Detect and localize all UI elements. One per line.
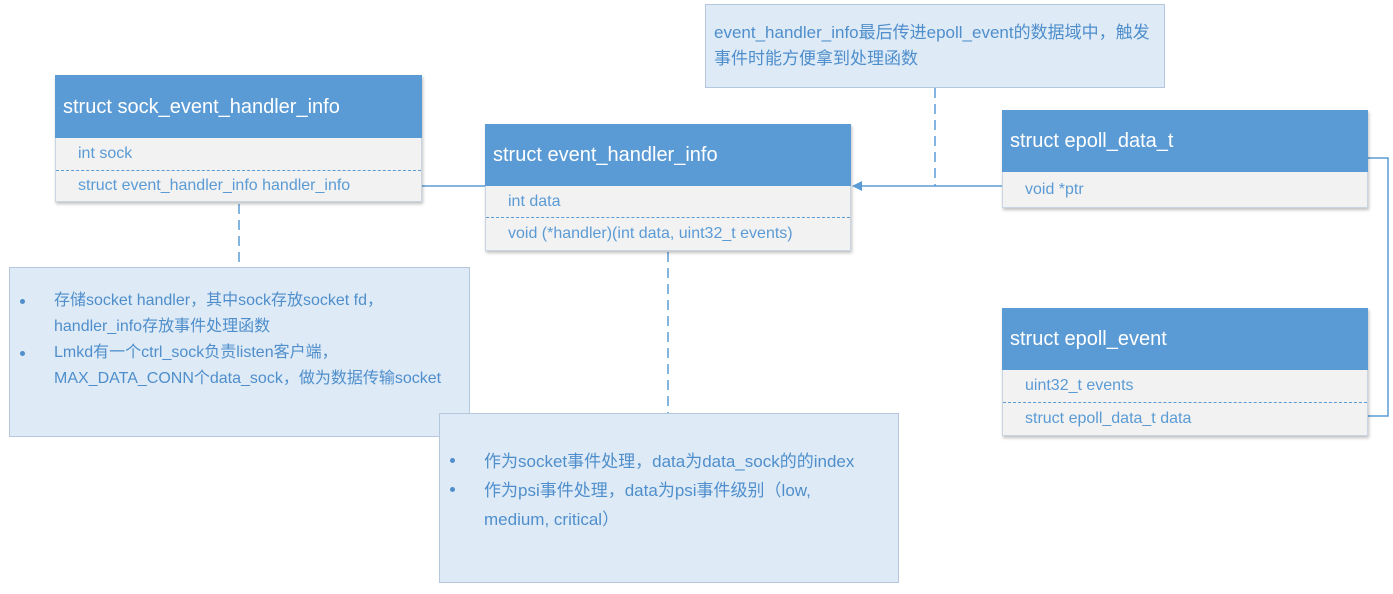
- note-left-item: Lmkd有一个ctrl_sock负责listen客户端，MAX_DATA_CON…: [10, 340, 459, 392]
- note-top-text: event_handler_info最后传进epoll_event的数据域中，触…: [714, 23, 1150, 68]
- field-int-sock: int sock: [56, 138, 421, 171]
- note-top: event_handler_info最后传进epoll_event的数据域中，触…: [705, 4, 1165, 88]
- struct-title: struct epoll_data_t: [1002, 110, 1368, 172]
- note-middle: 作为socket事件处理，data为data_sock的的index 作为psi…: [439, 413, 899, 583]
- struct-title: struct epoll_event: [1002, 308, 1368, 370]
- note-left: 存储socket handler，其中sock存放socket fd，handl…: [9, 267, 470, 437]
- note-left-list: 存储socket handler，其中sock存放socket fd，handl…: [10, 288, 459, 392]
- field-epoll-data: struct epoll_data_t data: [1025, 410, 1192, 427]
- struct-fields: int data void (*handler)(int data, uint3…: [485, 186, 851, 251]
- struct-event-handler-info: struct event_handler_info int data void …: [485, 124, 851, 251]
- struct-epoll-data-t: struct epoll_data_t void *ptr: [1002, 110, 1368, 208]
- struct-epoll-event: struct epoll_event uint32_t events struc…: [1002, 308, 1368, 436]
- field-uint32-events: uint32_t events: [1003, 370, 1367, 403]
- field-int-data: int data: [486, 186, 850, 218]
- note-middle-item: 作为psi事件处理，data为psi事件级别（low, medium, crit…: [440, 476, 868, 534]
- note-middle-item: 作为socket事件处理，data为data_sock的的index: [440, 447, 868, 476]
- struct-fields: int sock struct event_handler_info handl…: [55, 138, 422, 202]
- field-void-ptr: void *ptr: [1025, 180, 1084, 198]
- struct-fields: void *ptr: [1002, 172, 1368, 208]
- note-middle-list: 作为socket事件处理，data为data_sock的的index 作为psi…: [440, 447, 868, 534]
- note-left-item: 存储socket handler，其中sock存放socket fd，handl…: [10, 288, 459, 340]
- field-handler-info: struct event_handler_info handler_info: [78, 177, 351, 194]
- struct-sock-event-handler-info: struct sock_event_handler_info int sock …: [55, 75, 422, 202]
- struct-fields: uint32_t events struct epoll_data_t data: [1002, 370, 1368, 436]
- field-handler-function-pointer: void (*handler)(int data, uint32_t event…: [508, 225, 793, 242]
- epoll-data-to-epoll-event-connector: [1368, 157, 1389, 417]
- struct-title: struct sock_event_handler_info: [55, 75, 422, 138]
- struct-title: struct event_handler_info: [485, 124, 851, 186]
